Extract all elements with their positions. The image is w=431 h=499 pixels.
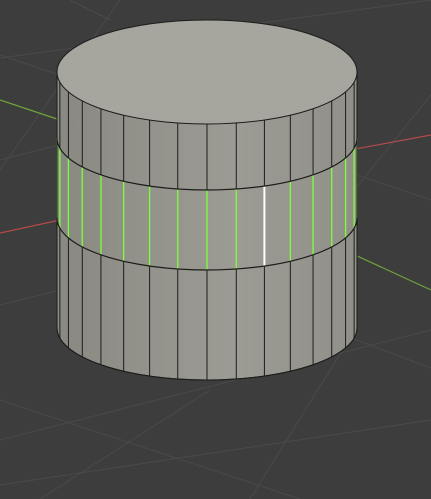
3d-viewport[interactable] <box>0 0 431 499</box>
cylinder-top-cap <box>56 19 358 125</box>
cylinder-mesh[interactable] <box>56 19 358 381</box>
viewport-canvas[interactable] <box>0 0 431 499</box>
